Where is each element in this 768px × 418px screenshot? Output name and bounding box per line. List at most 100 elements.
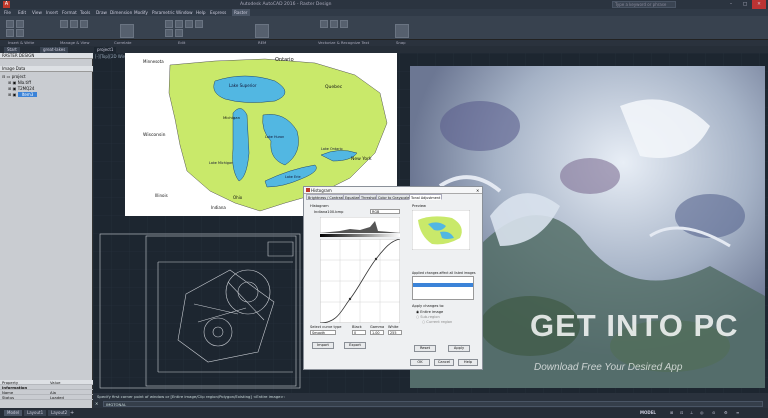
- scanned-mechanical-drawing[interactable]: [98, 232, 303, 390]
- osnap-icon[interactable]: ⊙: [712, 408, 715, 418]
- menu-dimension[interactable]: Dimension: [110, 9, 132, 16]
- radio-entire-image[interactable]: ◉ Entire image: [416, 310, 443, 314]
- menu-tools[interactable]: Tools: [80, 9, 90, 16]
- menu-insert[interactable]: Insert: [46, 9, 58, 16]
- dialog-app-icon: [306, 188, 310, 192]
- tree-item-nla[interactable]: ⊞ ▣ Nla.tiff: [8, 80, 31, 85]
- rotate-button[interactable]: [175, 20, 183, 28]
- command-line: Specify first corner point of window or …: [93, 393, 768, 408]
- search-input[interactable]: Type a keyword or phrase: [612, 1, 676, 8]
- rem-button[interactable]: [255, 24, 269, 38]
- insert-image-button[interactable]: [6, 20, 14, 28]
- recognize-text-button[interactable]: [330, 20, 338, 28]
- polar-icon[interactable]: ◎: [700, 408, 704, 418]
- curve-type-select[interactable]: Smooth: [310, 330, 336, 335]
- histogram-plot: [320, 217, 400, 233]
- settings-icon[interactable]: ⚙: [724, 408, 728, 418]
- minimize-button[interactable]: –: [724, 0, 738, 9]
- label-quebec: Quebec: [325, 85, 343, 90]
- watermark-title: GET INTO PC: [530, 308, 739, 343]
- app-logo-icon[interactable]: A: [3, 1, 10, 8]
- property-status[interactable]: Status Loaded: [0, 395, 93, 400]
- title-bar: A Autodesk AutoCAD 2016 - Raster Design …: [0, 0, 768, 9]
- manage-button[interactable]: [60, 20, 68, 28]
- add-layout-icon[interactable]: +: [70, 408, 74, 418]
- channel-select[interactable]: RGB: [370, 209, 400, 214]
- label-wisconsin: Wisconsin: [143, 133, 166, 138]
- reset-button[interactable]: Reset: [414, 345, 436, 352]
- tree-item-project[interactable]: ⊟ ▭ project: [2, 74, 26, 79]
- image-list[interactable]: [412, 276, 474, 300]
- tree-item-t2mq24[interactable]: ⊞ ▣ T2MQ24: [8, 86, 34, 91]
- tab-layout1[interactable]: Layout1: [24, 410, 47, 416]
- menu-raster[interactable]: Raster: [232, 9, 250, 16]
- tonal-curve-graph[interactable]: [320, 239, 400, 323]
- crop-button[interactable]: [165, 20, 173, 28]
- image-insert-icon[interactable]: [6, 29, 14, 37]
- tab-brightness-contrast[interactable]: Brightness / Contrast: [306, 194, 346, 200]
- write-image-button[interactable]: [16, 20, 24, 28]
- convert-button[interactable]: [175, 29, 183, 37]
- zoom-button[interactable]: [80, 20, 88, 28]
- radio-current-region[interactable]: ○ Current region: [422, 320, 452, 324]
- tab-color-to-grayscale[interactable]: Color to Grayscale: [376, 194, 412, 200]
- menu-window[interactable]: Window: [176, 9, 193, 16]
- correlate-button[interactable]: [120, 24, 134, 38]
- radio-subregion[interactable]: ○ Sub-region: [416, 315, 440, 319]
- help-button[interactable]: Help: [458, 359, 478, 366]
- export-button[interactable]: Export: [344, 342, 366, 349]
- menu-parametric[interactable]: Parametric: [152, 9, 175, 16]
- menu-file[interactable]: File: [4, 9, 11, 16]
- label-michigan-state: Michigan: [223, 115, 241, 120]
- polyline-follower-button[interactable]: [340, 20, 348, 28]
- vectorize-button[interactable]: [320, 20, 328, 28]
- menu-modify[interactable]: Modify: [134, 9, 148, 16]
- ok-button[interactable]: OK: [410, 359, 430, 366]
- menu-format[interactable]: Format: [62, 9, 77, 16]
- customize-icon[interactable]: ≡: [736, 408, 739, 418]
- import-button[interactable]: Import: [312, 342, 334, 349]
- mirror-button[interactable]: [185, 20, 193, 28]
- tree-item-selected[interactable]: ⊞ ▣ Item3: [8, 92, 38, 97]
- status-bar: Model Layout1 Layout2 + MODEL ⊞ ⊡ ⊥ ◎ ⊙ …: [0, 408, 768, 418]
- preview-image: [412, 210, 470, 250]
- menu-help[interactable]: Help: [196, 9, 206, 16]
- close-button[interactable]: ✕: [752, 0, 766, 9]
- menu-draw[interactable]: Draw: [96, 9, 107, 16]
- menu-express[interactable]: Express: [210, 9, 226, 16]
- command-close-icon[interactable]: ✕: [95, 401, 101, 406]
- command-history: Specify first corner point of window or …: [97, 394, 285, 399]
- cancel-button[interactable]: Cancel: [434, 359, 454, 366]
- histogram-button[interactable]: [165, 29, 173, 37]
- model-space-toggle[interactable]: MODEL: [640, 408, 656, 418]
- white-input[interactable]: 255: [388, 330, 402, 335]
- tab-model[interactable]: Model: [4, 410, 23, 416]
- apply-button[interactable]: Apply: [448, 345, 470, 352]
- image-data-section: Image Data: [0, 66, 93, 72]
- snap-icon[interactable]: ⊡: [680, 408, 683, 418]
- tab-tonal-adjustment[interactable]: Tonal Adjustment: [409, 194, 443, 200]
- image-list-selected-item[interactable]: [413, 283, 473, 287]
- menu-edit[interactable]: Edit: [18, 9, 26, 16]
- dialog-close-icon[interactable]: ✕: [476, 187, 479, 194]
- grid-icon[interactable]: ⊞: [670, 408, 673, 418]
- command-input[interactable]: IMGTONAL: [103, 401, 763, 407]
- label-minnesota: Minnesota: [143, 59, 164, 64]
- label-ohio: Ohio: [233, 195, 243, 200]
- ortho-icon[interactable]: ⊥: [690, 408, 693, 418]
- despeckle-button[interactable]: [195, 20, 203, 28]
- label-lake-huron: Lake Huron: [265, 135, 285, 139]
- maximize-button[interactable]: □: [738, 0, 752, 9]
- ribbon: [0, 16, 768, 40]
- histogram-dialog: Histogram ✕ Brightness / Contrast Equali…: [303, 186, 483, 370]
- black-input[interactable]: 0: [352, 330, 366, 335]
- gamma-label: Gamma: [370, 325, 385, 329]
- panel-header: RASTER DESIGN: [0, 53, 93, 59]
- tab-layout2[interactable]: Layout2: [48, 410, 71, 416]
- gamma-input[interactable]: 1.00: [370, 330, 384, 335]
- image-save-icon[interactable]: [16, 29, 24, 37]
- menu-view[interactable]: View: [32, 9, 42, 16]
- view-button[interactable]: [70, 20, 78, 28]
- snap-button[interactable]: [395, 24, 409, 38]
- curve-type-label: Select curve type: [310, 325, 342, 329]
